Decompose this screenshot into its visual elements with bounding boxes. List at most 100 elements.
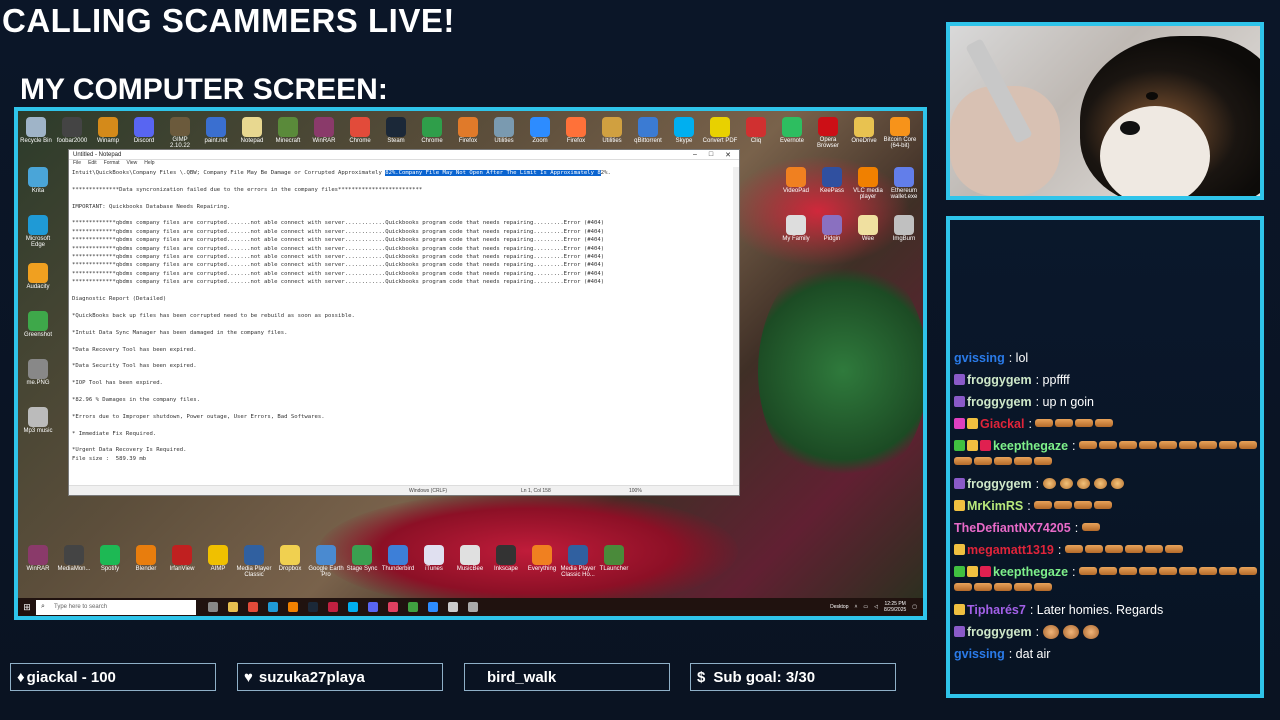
app-icon[interactable] <box>388 602 398 612</box>
chat-username[interactable]: keepthegaze <box>993 439 1068 453</box>
desktop-shortcut[interactable]: MediaMon... <box>56 539 92 579</box>
desktop-shortcut[interactable]: Steam <box>378 111 414 149</box>
desktop-shortcut[interactable]: Pidgin <box>814 209 850 257</box>
desktop-shortcut[interactable]: qBittorrent <box>630 111 666 149</box>
desktop-shortcut[interactable]: Thunderbird <box>380 539 416 579</box>
desktop-shortcut[interactable]: Notepad <box>234 111 270 149</box>
desktop-shortcut[interactable]: me.PNG <box>18 353 58 401</box>
notepad-titlebar[interactable]: Untitled - Notepad – □ ✕ <box>69 150 739 160</box>
desktop-shortcut[interactable]: My Family <box>778 209 814 257</box>
chrome-icon[interactable] <box>248 602 258 612</box>
app-icon[interactable] <box>468 602 478 612</box>
desktop-shortcut[interactable]: Wee <box>850 209 886 257</box>
chat-username[interactable]: froggygem <box>967 373 1032 387</box>
desktop-shortcut[interactable]: Convert PDF <box>702 111 738 149</box>
desktop-shortcut[interactable]: foobar2000 <box>54 111 90 149</box>
desktop-shortcut[interactable]: TLauncher <box>596 539 632 579</box>
notepad-taskbar-icon[interactable] <box>448 602 458 612</box>
desktop-shortcut[interactable]: GIMP 2.10.22 <box>162 111 198 149</box>
desktop-shortcut[interactable]: Mp3 music <box>18 401 58 449</box>
app-icon[interactable] <box>408 602 418 612</box>
chat-username[interactable]: froggygem <box>967 395 1032 409</box>
app-icon[interactable] <box>428 602 438 612</box>
desktop-shortcut[interactable]: Ethereum wallet.exe <box>886 161 922 209</box>
chat-username[interactable]: TheDefiantNX74205 <box>954 521 1071 535</box>
desktop-shortcut[interactable]: Inkscape <box>488 539 524 579</box>
chat-username[interactable]: megamatt1319 <box>967 543 1054 557</box>
close-icon[interactable]: ✕ <box>725 151 731 159</box>
file-explorer-icon[interactable] <box>228 602 238 612</box>
desktop-shortcut[interactable]: paint.net <box>198 111 234 149</box>
desktop-shortcut[interactable]: Media Player Classic Ho... <box>560 539 596 579</box>
desktop-shortcut[interactable]: Minecraft <box>270 111 306 149</box>
task-view-icon[interactable] <box>208 602 218 612</box>
desktop-shortcut[interactable]: Audacity <box>18 257 58 305</box>
menu-item-view[interactable]: View <box>127 160 138 167</box>
menu-item-edit[interactable]: Edit <box>88 160 97 167</box>
desktop-shortcut[interactable]: Winamp <box>90 111 126 149</box>
vlc-icon[interactable] <box>288 602 298 612</box>
chat-username[interactable]: keepthegaze <box>993 565 1068 579</box>
desktop-shortcut[interactable]: Dropbox <box>272 539 308 579</box>
taskbar-search-input[interactable]: ⌕ Type here to search <box>36 599 196 615</box>
steam-icon[interactable] <box>308 602 318 612</box>
desktop-shortcut[interactable]: Bitcoin Core (64-bit) <box>882 111 918 149</box>
network-icon[interactable]: ▭ <box>863 604 868 610</box>
desktop-shortcut[interactable]: Firefox <box>558 111 594 149</box>
maximize-icon[interactable]: □ <box>709 151 713 159</box>
desktop-shortcut[interactable]: iTunes <box>416 539 452 579</box>
desktop-shortcut[interactable]: Spotify <box>92 539 128 579</box>
desktop-shortcut[interactable]: Discord <box>126 111 162 149</box>
desktop-shortcut[interactable]: ImgBurn <box>886 209 922 257</box>
minimize-icon[interactable]: – <box>693 151 697 159</box>
desktop-shortcut[interactable]: Media Player Classic <box>236 539 272 579</box>
chat-username[interactable]: froggygem <box>967 625 1032 639</box>
desktop-shortcut[interactable]: Microsoft Edge <box>18 209 58 257</box>
desktop-shortcut[interactable]: Chrome <box>414 111 450 149</box>
desktop-shortcut[interactable]: Blender <box>128 539 164 579</box>
desktop-shortcut[interactable]: VideoPad <box>778 161 814 209</box>
desktop-shortcut[interactable]: Cliq <box>738 111 774 149</box>
desktop-shortcut[interactable]: Everything <box>524 539 560 579</box>
menu-item-file[interactable]: File <box>73 160 81 167</box>
desktop-shortcut[interactable]: AIMP <box>200 539 236 579</box>
desktop-shortcut[interactable]: WinRAR <box>306 111 342 149</box>
desktop-shortcut[interactable]: Stage Sync <box>344 539 380 579</box>
chat-username[interactable]: gvissing <box>954 647 1005 661</box>
chat-username[interactable]: MrKimRS <box>967 499 1023 513</box>
desktop-shortcut[interactable]: Chrome <box>342 111 378 149</box>
notepad-window[interactable]: Untitled - Notepad – □ ✕ File Edit Format V… <box>68 149 740 496</box>
desktop-shortcut[interactable]: Opera Browser <box>810 111 846 149</box>
desktop-shortcut[interactable]: Recycle Bin <box>18 111 54 149</box>
desktop-shortcut[interactable]: Utilities <box>594 111 630 149</box>
desktop-shortcut[interactable]: Greenshot <box>18 305 58 353</box>
app-icon[interactable] <box>328 602 338 612</box>
desktop-shortcut[interactable]: Firefox <box>450 111 486 149</box>
desktop-shortcut[interactable]: Zoom <box>522 111 558 149</box>
vertical-scrollbar[interactable] <box>733 167 739 486</box>
chat-username[interactable]: gvissing <box>954 351 1005 365</box>
chevron-up-icon[interactable]: ˄ <box>855 604 858 610</box>
desktop-shortcut[interactable]: MusicBee <box>452 539 488 579</box>
skype-icon[interactable] <box>348 602 358 612</box>
desktop-shortcut[interactable]: Utilities <box>486 111 522 149</box>
desktop-toolbar-label[interactable]: Desktop <box>830 604 848 610</box>
desktop-shortcut[interactable]: Google Earth Pro <box>308 539 344 579</box>
menu-item-help[interactable]: Help <box>144 160 154 167</box>
notepad-text-area[interactable]: Intuit\QuickBooks\Company Files \.QBW; C… <box>69 167 733 486</box>
volume-icon[interactable]: ◁ <box>874 604 878 610</box>
desktop-shortcut[interactable]: Evernote <box>774 111 810 149</box>
desktop-shortcut[interactable]: WinRAR <box>20 539 56 579</box>
menu-item-format[interactable]: Format <box>104 160 120 167</box>
desktop-shortcut[interactable]: IrfanView <box>164 539 200 579</box>
desktop-shortcut[interactable]: Krita <box>18 161 58 209</box>
desktop-shortcut[interactable]: KeePass <box>814 161 850 209</box>
windows-start-icon[interactable]: ⊞ <box>18 598 36 616</box>
chat-username[interactable]: Tipharés7 <box>967 603 1026 617</box>
desktop-shortcut[interactable]: OneDrive <box>846 111 882 149</box>
chat-username[interactable]: Giackal <box>980 417 1024 431</box>
notification-icon[interactable]: ▢ <box>912 604 917 610</box>
clock[interactable]: 12:25 PM 8/29/2025 <box>884 601 906 613</box>
discord-icon[interactable] <box>368 602 378 612</box>
edge-icon[interactable] <box>268 602 278 612</box>
